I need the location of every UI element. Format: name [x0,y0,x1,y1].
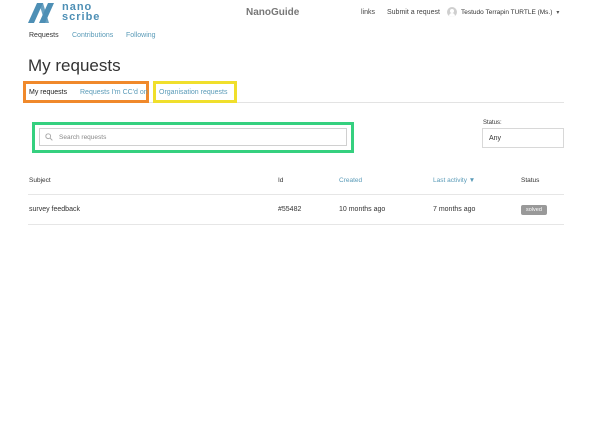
logo-wordmark[interactable]: nano scribe [62,2,101,23]
status-badge: solved [521,205,547,215]
request-created: 10 months ago [339,206,386,213]
page-title: My requests [28,56,121,75]
column-header-created[interactable]: Created [339,177,362,184]
subnav-contributions[interactable]: Contributions [72,32,113,39]
table-header-divider [28,194,564,195]
subnav-following[interactable]: Following [126,32,156,39]
status-label: Status: [483,120,502,126]
search-input[interactable] [59,133,319,141]
submit-request-link[interactable]: Submit a request [387,9,440,16]
column-header-status: Status [521,177,540,184]
column-header-last-activity[interactable]: Last activity ▼ [433,177,475,184]
search-field[interactable] [39,128,347,146]
tab-my-requests[interactable]: My requests [29,89,67,96]
request-id: #55482 [278,206,302,213]
tab-organisation-requests[interactable]: Organisation requests [159,89,227,96]
user-menu[interactable]: Testudo Terrapin TURTLE (Ms.) ▾ [447,7,559,17]
logo-line-2: scribe [62,11,101,23]
request-subject-link[interactable]: survey feedback [29,206,80,213]
table-row-divider [28,224,564,225]
request-last-activity: 7 months ago [433,206,476,213]
user-avatar-icon [447,7,457,17]
links-link[interactable]: links [361,9,375,16]
search-icon [45,133,53,141]
chevron-down-icon: ▾ [556,9,560,16]
status-select[interactable]: Any [482,128,564,148]
subnav-requests[interactable]: Requests [29,32,59,39]
user-name: Testudo Terrapin TURTLE (Ms.) [461,8,553,16]
site-title: NanoGuide [246,7,300,18]
tab-cc-requests[interactable]: Requests I'm CC'd on [80,89,148,96]
nanoscribe-logo-icon[interactable] [28,3,58,23]
column-header-id: Id [278,177,284,184]
column-header-subject: Subject [29,177,51,184]
